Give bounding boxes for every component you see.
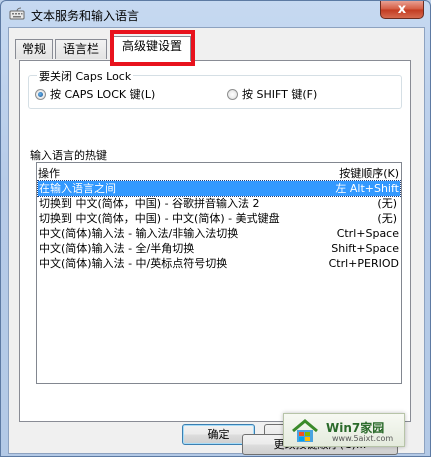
- radio-caps-lock-key[interactable]: 按 CAPS LOCK 键(L): [35, 86, 155, 102]
- radio-unchecked-icon: [227, 88, 238, 100]
- hotkey-keys: 左 Alt+Shift: [335, 182, 399, 195]
- house-logo-icon: [292, 419, 318, 442]
- hotkey-keys: Ctrl+PERIOD: [328, 257, 399, 270]
- watermark-url: www.5aixt.com: [332, 434, 394, 443]
- dialog-client-area: 常规 语言栏 高级键设置 要关闭 Caps Lock 按 CAPS LOCK 键…: [8, 27, 425, 455]
- hotkey-keys: Shift+Space: [331, 242, 399, 255]
- hotkeys-group-label: 输入语言的热键: [28, 147, 109, 163]
- close-button[interactable]: x: [380, 1, 424, 19]
- hotkey-keys: Ctrl+Space: [336, 227, 399, 240]
- hotkey-row[interactable]: 切换到 中文(简体，中国) - 谷歌拼音输入法 2 (无): [38, 196, 400, 211]
- radio-caps-lock-key-label: 按 CAPS LOCK 键(L): [50, 88, 156, 101]
- hotkey-action: 中文(简体)输入法 - 输入法/非输入法切换: [39, 227, 239, 240]
- hotkey-row[interactable]: 在输入语言之间 左 Alt+Shift: [37, 180, 401, 197]
- tab-general[interactable]: 常规: [15, 39, 53, 59]
- radio-shift-key-label: 按 SHIFT 键(F): [242, 88, 318, 101]
- list-header: 操作 按键顺序(K): [37, 163, 401, 180]
- hotkeys-group: 输入语言的热键 操作 按键顺序(K) 在输入语言之间 左 Alt+Shift 切…: [28, 147, 412, 455]
- hotkey-row[interactable]: 中文(简体)输入法 - 输入法/非输入法切换 Ctrl+Space: [38, 226, 400, 241]
- column-header-key-sequence[interactable]: 按键顺序(K): [339, 165, 399, 181]
- hotkey-keys: (无): [377, 212, 397, 225]
- site-watermark: Win7家园 www.5aixt.com: [283, 413, 405, 447]
- hotkey-action: 切换到 中文(简体，中国) - 谷歌拼音输入法 2: [39, 197, 260, 210]
- caps-lock-group: 要关闭 Caps Lock 按 CAPS LOCK 键(L) 按 SHIFT 键…: [28, 68, 402, 109]
- hotkeys-list[interactable]: 操作 按键顺序(K) 在输入语言之间 左 Alt+Shift 切换到 中文(简体…: [36, 162, 402, 384]
- title-bar[interactable]: 文本服务和输入语言 x: [1, 1, 430, 27]
- tab-language-bar[interactable]: 语言栏: [55, 39, 107, 59]
- hotkey-action: 在输入语言之间: [39, 182, 116, 195]
- hotkey-row[interactable]: 中文(简体)输入法 - 全/半角切换 Shift+Space: [38, 241, 400, 256]
- hotkey-row[interactable]: 中文(简体)输入法 - 中/英标点符号切换 Ctrl+PERIOD: [38, 256, 400, 271]
- caps-lock-group-label: 要关闭 Caps Lock: [37, 68, 134, 84]
- window-title: 文本服务和输入语言: [31, 9, 140, 23]
- radio-shift-key[interactable]: 按 SHIFT 键(F): [227, 86, 317, 102]
- tab-panel: 要关闭 Caps Lock 按 CAPS LOCK 键(L) 按 SHIFT 键…: [19, 60, 412, 455]
- hotkey-keys: (无): [377, 197, 397, 210]
- hotkey-row[interactable]: 切换到 中文(简体，中国) - 中文(简体) - 美式键盘 (无): [38, 211, 400, 226]
- close-icon: x: [397, 2, 407, 17]
- column-header-action[interactable]: 操作: [38, 165, 60, 181]
- hotkey-action: 中文(简体)输入法 - 全/半角切换: [39, 242, 195, 255]
- highlight-annotation-box: [110, 30, 195, 66]
- hotkey-action: 切换到 中文(简体，中国) - 中文(简体) - 美式键盘: [39, 212, 280, 225]
- radio-checked-icon: [35, 88, 46, 100]
- keyboard-icon: [9, 7, 25, 20]
- dialog-window: 文本服务和输入语言 x 常规 语言栏 高级键设置 要关闭 Caps Lock 按…: [0, 0, 431, 457]
- hotkey-action: 中文(简体)输入法 - 中/英标点符号切换: [39, 257, 228, 270]
